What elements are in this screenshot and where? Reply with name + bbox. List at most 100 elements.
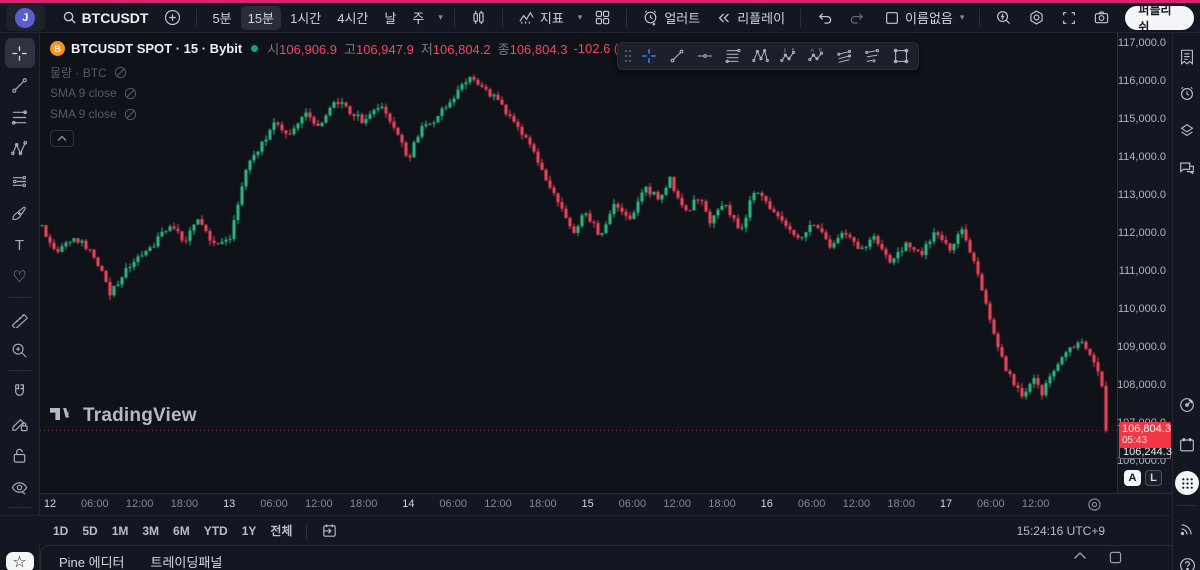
tab-pine-editor[interactable]: Pine 에디터 bbox=[59, 552, 125, 570]
undo-button[interactable] bbox=[809, 6, 840, 30]
user-menu-button[interactable]: J bbox=[6, 5, 45, 31]
legend-row-sma2[interactable]: SMA 9 close bbox=[50, 107, 664, 121]
float-crosshair-button[interactable] bbox=[636, 44, 662, 68]
legend-row-sma1[interactable]: SMA 9 close bbox=[50, 86, 664, 100]
eye-hidden-icon[interactable] bbox=[123, 107, 138, 122]
settings-button[interactable] bbox=[1021, 6, 1052, 30]
tool-pattern-button[interactable] bbox=[5, 134, 35, 164]
tool-text-button[interactable]: T bbox=[5, 230, 35, 260]
hide-drawings-button[interactable] bbox=[5, 472, 35, 502]
replay-button[interactable]: 리플레이 bbox=[709, 6, 792, 30]
object-tree-button[interactable] bbox=[1175, 119, 1199, 143]
range-button-1D[interactable]: 1D bbox=[46, 522, 75, 540]
float-horizontal-line-button[interactable] bbox=[692, 44, 718, 68]
tool-emoji-button[interactable]: ♡ bbox=[5, 262, 35, 292]
target-button[interactable] bbox=[1175, 393, 1199, 417]
float-disjoint-channel-button[interactable] bbox=[860, 44, 886, 68]
tab-trading-panel[interactable]: 트레이딩패널 bbox=[151, 552, 223, 570]
indicators-button[interactable]: 지표 bbox=[511, 6, 571, 30]
panel-expand-icon[interactable] bbox=[1073, 551, 1087, 564]
float-abc-wave-button[interactable]: AC bbox=[804, 44, 830, 68]
timeframe-button-15분[interactable]: 15분 bbox=[241, 6, 281, 30]
toolbar-separator bbox=[454, 9, 455, 27]
float-xabcd-pattern-button[interactable] bbox=[748, 44, 774, 68]
tool-measure-button[interactable] bbox=[5, 303, 35, 333]
eye-hidden-icon[interactable] bbox=[123, 86, 138, 101]
layout-name-button[interactable]: 이름없음 ▾ bbox=[877, 6, 971, 30]
sma2-label: SMA 9 close bbox=[50, 107, 117, 121]
lock-drawings-button[interactable] bbox=[5, 440, 35, 470]
snapshot-button[interactable] bbox=[1086, 6, 1117, 30]
tool-zoom-in-button[interactable] bbox=[5, 335, 35, 365]
watchlist-button[interactable] bbox=[1175, 45, 1199, 69]
quick-search-button[interactable] bbox=[988, 6, 1019, 30]
range-button-5D[interactable]: 5D bbox=[75, 522, 104, 540]
tool-fib-button[interactable] bbox=[5, 102, 35, 132]
timeframe-menu-button[interactable]: ▾ bbox=[433, 6, 446, 30]
timeframe-button-5분[interactable]: 5분 bbox=[205, 6, 238, 30]
legend-collapse-button[interactable] bbox=[50, 130, 74, 147]
time-axis[interactable]: 1206:0012:0018:001306:0012:0018:001406:0… bbox=[40, 493, 1172, 515]
favorites-toolbar-button[interactable]: ☆ bbox=[6, 552, 34, 570]
timeframe-button-주[interactable]: 주 bbox=[405, 6, 431, 30]
alert-button[interactable]: 얼러트 bbox=[635, 6, 707, 30]
compare-add-button[interactable] bbox=[157, 6, 188, 30]
signal-status-icon[interactable] bbox=[1175, 517, 1199, 541]
tool-trend-line-button[interactable] bbox=[5, 70, 35, 100]
time-tick-label: 12:00 bbox=[305, 498, 333, 510]
indicator-templates-button[interactable]: ▾ bbox=[573, 6, 586, 30]
drag-handle-icon[interactable] bbox=[622, 49, 634, 63]
float-parallel-channel-button[interactable] bbox=[832, 44, 858, 68]
time-tick-label: 06:00 bbox=[798, 498, 826, 510]
help-button[interactable] bbox=[1175, 553, 1199, 570]
eye-hidden-icon[interactable] bbox=[113, 65, 128, 80]
float-elliott-wave-button[interactable]: 15 bbox=[776, 44, 802, 68]
scroll-to-realtime-icon[interactable] bbox=[1087, 497, 1102, 512]
tool-prediction-button[interactable] bbox=[5, 166, 35, 196]
publish-button[interactable]: 퍼블리쉬 bbox=[1125, 6, 1194, 30]
multi-layout-icon bbox=[594, 9, 611, 26]
log-scale-button[interactable]: L bbox=[1145, 470, 1162, 486]
chart-style-button[interactable] bbox=[463, 6, 494, 30]
chart-pane[interactable]: B BTCUSDT SPOT · 15 · Bybit 시106,906.9고1… bbox=[40, 33, 1117, 493]
range-button-1Y[interactable]: 1Y bbox=[235, 522, 264, 540]
chart-legend: B BTCUSDT SPOT · 15 · Bybit 시106,906.9고1… bbox=[50, 39, 664, 147]
legend-row-volume[interactable]: 물량 · BTC bbox=[50, 65, 664, 79]
calendar-button[interactable] bbox=[1175, 433, 1199, 457]
candles-style-icon bbox=[470, 9, 487, 26]
panel-maximize-icon[interactable] bbox=[1109, 551, 1122, 564]
price-tick-label: 112,000.0 bbox=[1118, 227, 1166, 239]
clock-timezone-button[interactable]: 15:24:16 UTC+9 bbox=[1017, 524, 1105, 538]
tool-crosshair-button[interactable] bbox=[5, 38, 35, 68]
timeframe-button-1시간[interactable]: 1시간 bbox=[283, 6, 328, 30]
redo-icon bbox=[849, 9, 866, 26]
redo-button[interactable] bbox=[842, 6, 873, 30]
time-tick-label: 12:00 bbox=[663, 498, 691, 510]
time-tick-label: 12:00 bbox=[484, 498, 512, 510]
range-button-YTD[interactable]: YTD bbox=[197, 522, 235, 540]
float-trend-line-button[interactable] bbox=[664, 44, 690, 68]
price-axis[interactable]: 106,804.3 05:43 106,244.3 A L 117,000.01… bbox=[1117, 33, 1172, 493]
drawing-mode-lock-button[interactable] bbox=[5, 408, 35, 438]
float-rectangle-button[interactable] bbox=[888, 44, 914, 68]
auto-scale-button[interactable]: A bbox=[1124, 470, 1141, 486]
range-button-3M[interactable]: 3M bbox=[135, 522, 166, 540]
chat-button[interactable] bbox=[1175, 156, 1199, 180]
float-fib-retracement-button[interactable] bbox=[720, 44, 746, 68]
legend-title[interactable]: BTCUSDT SPOT · 15 · Bybit bbox=[71, 41, 242, 56]
timeframe-button-4시간[interactable]: 4시간 bbox=[330, 6, 375, 30]
range-button-6M[interactable]: 6M bbox=[166, 522, 197, 540]
symbol-search-button[interactable]: BTCUSDT bbox=[55, 6, 156, 30]
range-button-1M[interactable]: 1M bbox=[105, 522, 136, 540]
fullscreen-button[interactable] bbox=[1054, 6, 1084, 30]
range-button-전체[interactable]: 전체 bbox=[263, 520, 299, 541]
go-to-date-button[interactable] bbox=[314, 520, 345, 541]
apps-grid-button[interactable] bbox=[1175, 471, 1199, 495]
magnet-mode-button[interactable] bbox=[5, 376, 35, 406]
tradingview-logo-icon bbox=[50, 408, 76, 425]
tool-brush-button[interactable] bbox=[5, 198, 35, 228]
alerts-panel-button[interactable] bbox=[1175, 82, 1199, 106]
layout-grid-button[interactable] bbox=[587, 6, 618, 30]
timeframe-button-날[interactable]: 날 bbox=[377, 6, 403, 30]
price-tick-label: 110,000.0 bbox=[1118, 303, 1166, 315]
